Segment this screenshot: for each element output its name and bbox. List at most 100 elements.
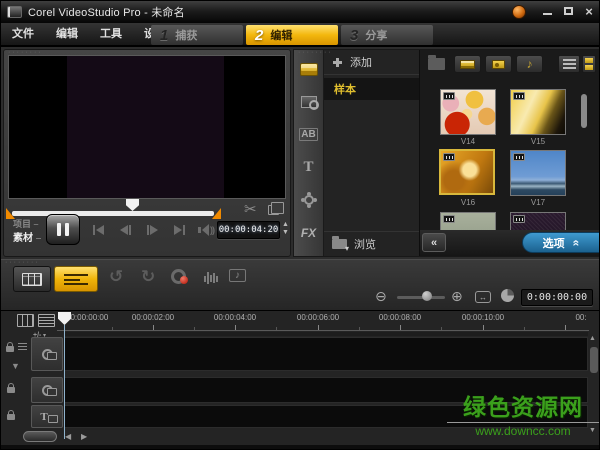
timecode-spinner[interactable] bbox=[282, 221, 289, 237]
duration-clock-icon[interactable] bbox=[501, 289, 514, 302]
scroll-left-button[interactable] bbox=[65, 432, 71, 441]
nav-instant-project-button[interactable] bbox=[294, 91, 324, 113]
scroll-right-button[interactable] bbox=[81, 432, 87, 441]
menu-edit[interactable]: 编辑 bbox=[45, 23, 89, 45]
go-end-button[interactable] bbox=[169, 222, 189, 238]
timeline-playhead-line bbox=[64, 325, 65, 439]
timeline-view-button[interactable] bbox=[54, 266, 98, 292]
overlay-track-header[interactable] bbox=[31, 377, 63, 403]
thumbnail-v16-selected[interactable] bbox=[439, 149, 495, 195]
add-folder-button[interactable]: 添加 bbox=[324, 50, 419, 75]
ripple-edit-icon[interactable] bbox=[18, 343, 27, 351]
main-area: 项目 素材 00:00:04:20 AB T bbox=[1, 47, 599, 259]
video-badge-icon bbox=[443, 92, 455, 100]
maximize-button[interactable] bbox=[562, 6, 574, 18]
split-clip-icon[interactable] bbox=[244, 200, 257, 218]
nav-transition-button[interactable]: AB bbox=[294, 124, 324, 146]
timeline-time-field[interactable]: 0:00:00:00 bbox=[521, 289, 593, 306]
thumbnail-label: V16 bbox=[460, 198, 476, 207]
spinner-down-icon[interactable] bbox=[282, 229, 289, 237]
library-panel: AB T FX 添加 样本 浏览 bbox=[293, 49, 599, 257]
bottom-strip bbox=[1, 445, 599, 449]
redo-button[interactable] bbox=[141, 267, 155, 287]
chevron-down-icon[interactable] bbox=[11, 361, 20, 371]
tab-share[interactable]: 3 分享 bbox=[341, 25, 433, 45]
scroll-up-button[interactable] bbox=[589, 335, 596, 342]
scrub-bar[interactable] bbox=[12, 211, 214, 216]
enlarge-preview-icon[interactable] bbox=[268, 202, 284, 215]
playhead-marker[interactable] bbox=[126, 199, 139, 211]
corel-guide-icon[interactable] bbox=[512, 5, 526, 19]
sound-mixer-icon[interactable] bbox=[204, 272, 220, 284]
preview-timecode[interactable]: 00:00:04:20 bbox=[217, 221, 280, 239]
auto-music-icon[interactable] bbox=[229, 269, 246, 282]
tab-share-number: 3 bbox=[350, 26, 359, 44]
nav-title-button[interactable]: T bbox=[294, 156, 324, 178]
play-pause-button[interactable] bbox=[46, 214, 80, 245]
thumbnail-v17[interactable] bbox=[510, 150, 566, 196]
browse-label: 浏览 bbox=[354, 239, 376, 251]
timeline-ruler[interactable]: 00:00:00:00 00:00:02:00 00:00:04:00 00:0… bbox=[57, 311, 589, 331]
gallery-scrollbar[interactable] bbox=[581, 94, 587, 128]
list-view-button[interactable] bbox=[558, 55, 580, 73]
fit-project-icon[interactable] bbox=[475, 291, 491, 303]
close-button[interactable] bbox=[583, 6, 595, 19]
lock-icon[interactable] bbox=[6, 342, 14, 352]
storyboard-view-button[interactable] bbox=[13, 266, 51, 292]
thumbnail-v15[interactable] bbox=[510, 89, 566, 135]
folder-item-selected[interactable]: 样本 bbox=[324, 78, 419, 100]
video-frame bbox=[66, 56, 225, 198]
go-start-button[interactable] bbox=[88, 222, 108, 238]
nav-media-button[interactable] bbox=[294, 58, 324, 80]
track-list-icon[interactable] bbox=[38, 314, 55, 327]
title-icon: T bbox=[303, 158, 314, 175]
title-track-header[interactable]: T bbox=[31, 405, 63, 428]
zoom-slider-thumb[interactable] bbox=[422, 291, 432, 301]
lock-icon[interactable] bbox=[7, 410, 15, 420]
collapse-library-button[interactable] bbox=[422, 233, 446, 252]
zoom-out-icon[interactable] bbox=[375, 288, 387, 305]
timeline-zoom-slider[interactable] bbox=[397, 296, 445, 299]
add-folder-label: 添加 bbox=[350, 57, 372, 69]
storyboard-icon bbox=[22, 272, 42, 286]
prev-frame-button[interactable] bbox=[115, 222, 135, 238]
tab-edit[interactable]: 2 编辑 bbox=[246, 25, 338, 45]
options-label: 选项 bbox=[542, 237, 565, 250]
filter-audio-button[interactable] bbox=[516, 55, 543, 73]
tab-capture[interactable]: 1 捕获 bbox=[151, 25, 243, 45]
filter-video-button[interactable] bbox=[454, 55, 481, 73]
browse-button[interactable]: 浏览 bbox=[324, 231, 419, 256]
video-badge-icon bbox=[513, 215, 525, 223]
thumb-view-icon bbox=[585, 58, 593, 70]
spinner-up-icon[interactable] bbox=[282, 221, 289, 229]
tab-capture-label: 捕获 bbox=[175, 30, 198, 42]
zoom-in-icon[interactable] bbox=[451, 288, 463, 305]
undo-button[interactable] bbox=[109, 267, 123, 287]
video-badge-icon bbox=[443, 153, 455, 161]
thumb-view-button[interactable] bbox=[582, 55, 596, 73]
video-preview[interactable] bbox=[8, 55, 286, 199]
record-capture-icon[interactable] bbox=[171, 269, 188, 284]
nav-filter-button[interactable]: FX bbox=[294, 222, 324, 244]
horizontal-scrollbar-thumb[interactable] bbox=[23, 431, 57, 442]
filter-photo-button[interactable] bbox=[485, 55, 512, 73]
vertical-scrollbar-thumb[interactable] bbox=[590, 347, 598, 373]
track-manager-icon[interactable] bbox=[17, 314, 34, 327]
minimize-button[interactable] bbox=[541, 6, 553, 18]
menu-tools[interactable]: 工具 bbox=[89, 23, 133, 45]
next-frame-button[interactable] bbox=[142, 222, 162, 238]
gallery-folder-icon[interactable] bbox=[428, 55, 445, 70]
options-button[interactable]: 选项 bbox=[522, 232, 599, 253]
menu-file[interactable]: 文件 bbox=[1, 23, 45, 45]
volume-icon[interactable] bbox=[196, 222, 216, 238]
nav-graphic-button[interactable] bbox=[294, 189, 324, 211]
lock-icon[interactable] bbox=[7, 383, 15, 393]
thumbnail-v14[interactable] bbox=[440, 89, 496, 135]
panel-grip bbox=[5, 261, 40, 265]
view-toggles bbox=[558, 55, 596, 73]
timeline-area: 00:00:00:00 00:00:02:00 00:00:04:00 00:0… bbox=[1, 311, 599, 445]
instant-project-icon bbox=[300, 95, 319, 110]
video-track-header[interactable] bbox=[31, 337, 63, 371]
mode-clip-label[interactable]: 素材 bbox=[13, 229, 41, 244]
video-track-lane[interactable] bbox=[64, 337, 588, 371]
